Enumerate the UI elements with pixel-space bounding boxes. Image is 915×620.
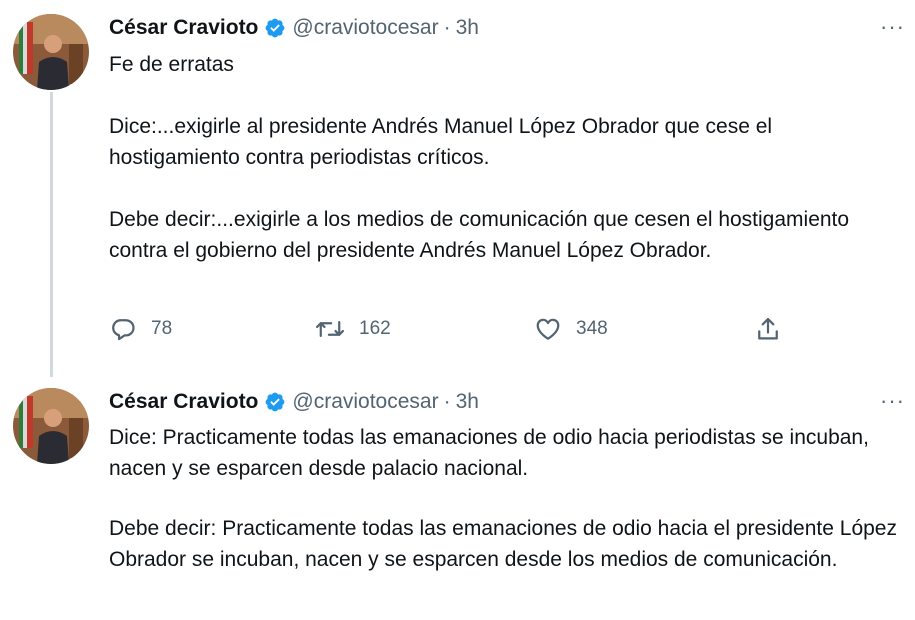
tweet-timestamp[interactable]: 3h: [456, 390, 479, 414]
more-icon[interactable]: ···: [880, 14, 905, 40]
tweet-header: César Cravioto @craviotocesar · 3h: [109, 384, 899, 420]
tweet-actions: 78 162 348: [109, 315, 789, 355]
heart-icon: [534, 315, 562, 343]
share-icon: [754, 315, 782, 343]
more-icon[interactable]: ···: [880, 388, 905, 414]
like-count: 348: [576, 318, 608, 339]
retweet-icon: [315, 315, 345, 343]
like-button[interactable]: 348: [534, 315, 608, 343]
verified-badge-icon: [264, 17, 286, 39]
retweet-count: 162: [359, 318, 391, 339]
tweet-text-paragraph: Dice:...exigirle al presidente Andrés Ma…: [109, 115, 773, 169]
share-button[interactable]: [754, 315, 782, 343]
avatar[interactable]: [13, 14, 89, 90]
verified-badge-icon: [264, 391, 286, 413]
author-name[interactable]: César Cravioto: [109, 390, 258, 414]
tweet-header: César Cravioto @craviotocesar · 3h: [109, 10, 899, 46]
separator-dot: ·: [443, 16, 451, 39]
tweet-text-paragraph: Dice: Practicamente todas las emanacione…: [109, 426, 869, 480]
retweet-button[interactable]: 162: [315, 315, 391, 343]
reply-count: 78: [151, 318, 173, 339]
thread-connector-line: [50, 92, 53, 377]
tweet-text-paragraph: Debe decir:...exigirle a los medios de c…: [109, 208, 850, 262]
tweet-text-paragraph: Debe decir: Practicamente todas las eman…: [109, 517, 897, 571]
reply-icon: [109, 315, 137, 343]
author-handle[interactable]: @craviotocesar: [292, 16, 438, 40]
tweet-timestamp[interactable]: 3h: [456, 16, 479, 40]
avatar[interactable]: [13, 388, 89, 464]
tweet-text-paragraph: Fe de erratas: [109, 53, 234, 76]
author-name[interactable]: César Cravioto: [109, 16, 258, 40]
reply-button[interactable]: 78: [109, 315, 172, 343]
author-handle[interactable]: @craviotocesar: [292, 390, 438, 414]
separator-dot: ·: [443, 390, 451, 413]
